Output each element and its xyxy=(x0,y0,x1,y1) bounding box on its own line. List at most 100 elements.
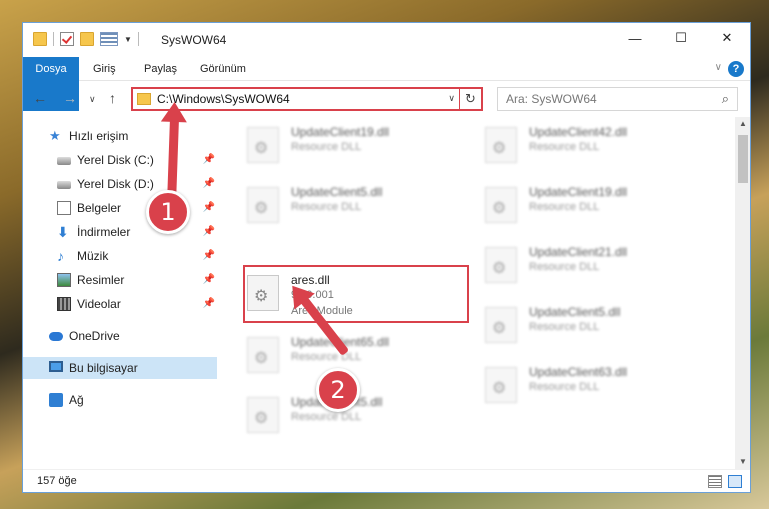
file-type: Resource DLL xyxy=(529,381,600,393)
file-type: Resource DLL xyxy=(529,261,600,273)
sidebar-item-downloads[interactable]: ⬇ İndirmeler 📌 xyxy=(23,221,217,243)
pictures-icon xyxy=(57,273,71,287)
sidebar-item-label: Yerel Disk (D:) xyxy=(77,177,154,191)
scroll-up-icon[interactable]: ▲ xyxy=(735,117,750,131)
dll-file-icon: ⚙ xyxy=(485,307,517,343)
video-icon xyxy=(57,297,71,311)
pin-icon[interactable]: 📌 xyxy=(203,221,215,243)
file-type: Resource DLL xyxy=(291,141,362,153)
back-arrow-icon[interactable]: ← xyxy=(33,90,47,106)
ribbon: Dosya Giriş Paylaş Görünüm ∨ ? xyxy=(23,57,750,111)
properties-check-icon[interactable] xyxy=(60,32,74,46)
chevron-down-icon[interactable]: ▼ xyxy=(124,35,132,44)
file-item[interactable]: ⚙ UpdateClient21.dll Resource DLL xyxy=(455,239,675,293)
folder-icon xyxy=(33,32,47,46)
expand-ribbon-icon[interactable]: ∨ xyxy=(715,62,722,73)
item-count: 157 öğe xyxy=(37,475,77,487)
file-item[interactable]: ⚙ UpdateClient19.dll Resource DLL xyxy=(217,119,437,173)
file-item[interactable]: ⚙ UpdateClient63.dll Resource DLL xyxy=(455,359,675,413)
scroll-down-icon[interactable]: ▼ xyxy=(735,455,750,469)
refresh-icon[interactable]: ↻ xyxy=(459,89,481,109)
file-name: UpdateClient63.dll xyxy=(529,365,628,379)
step-badge-2: 2 xyxy=(316,368,360,412)
sidebar-item-label: Hızlı erişim xyxy=(69,129,129,143)
toolbar-divider xyxy=(137,32,139,46)
file-name: UpdateClient5.dll xyxy=(291,185,383,199)
forward-arrow-icon[interactable]: → xyxy=(63,90,77,106)
dll-file-icon: ⚙ xyxy=(485,187,517,223)
search-placeholder: Ara: SysWOW64 xyxy=(506,92,597,106)
sidebar-item-label: İndirmeler xyxy=(77,225,131,239)
file-type: Resource DLL xyxy=(291,411,362,423)
gear-icon: ⚙ xyxy=(254,140,269,157)
dll-file-icon: ⚙ xyxy=(485,127,517,163)
pin-icon[interactable]: 📌 xyxy=(203,149,215,171)
gear-icon: ⚙ xyxy=(254,200,269,217)
pin-icon[interactable]: 📌 xyxy=(203,293,215,315)
recent-locations-icon[interactable]: ∨ xyxy=(89,94,96,105)
toolbar-divider xyxy=(53,32,54,46)
document-icon xyxy=(57,201,71,215)
file-name: UpdateClient19.dll xyxy=(529,185,628,199)
music-icon: ♪ xyxy=(57,248,64,264)
cloud-icon xyxy=(49,332,63,341)
step-badge-1: 1 xyxy=(146,190,190,234)
sidebar-item-quick-access[interactable]: ★ Hızlı erişim xyxy=(23,125,217,147)
minimize-button[interactable]: — xyxy=(612,23,658,53)
window-title: SysWOW64 xyxy=(161,33,227,47)
sidebar-item-this-pc[interactable]: Bu bilgisayar xyxy=(23,357,217,379)
pin-icon[interactable]: 📌 xyxy=(203,197,215,219)
file-item[interactable]: ⚙ UpdateClient5.dll Resource DLL xyxy=(455,299,675,353)
search-icon[interactable]: ⌕ xyxy=(722,91,729,107)
gear-icon: ⚙ xyxy=(254,350,269,367)
title-bar: ▼ SysWOW64 — ☐ ✕ xyxy=(23,23,750,57)
file-type: Resource DLL xyxy=(529,201,600,213)
sidebar-item-local-disk-d[interactable]: Yerel Disk (D:) 📌 xyxy=(23,173,217,195)
help-icon[interactable]: ? xyxy=(728,61,744,77)
sidebar-item-label: Belgeler xyxy=(77,201,122,215)
chevron-down-icon[interactable]: ∨ xyxy=(448,93,455,104)
folder-icon xyxy=(137,93,151,105)
drive-icon xyxy=(57,157,71,165)
file-item[interactable]: ⚙ UpdateClient19.dll Resource DLL xyxy=(455,179,675,233)
star-icon: ★ xyxy=(49,128,61,143)
navigation-pane: ★ Hızlı erişim Yerel Disk (C:) 📌 Yerel D… xyxy=(23,117,217,469)
sidebar-item-music[interactable]: ♪ Müzik 📌 xyxy=(23,245,217,267)
sidebar-item-network[interactable]: Ağ xyxy=(23,389,217,411)
sidebar-item-videos[interactable]: Videolar 📌 xyxy=(23,293,217,315)
file-type: Resource DLL xyxy=(529,141,600,153)
sidebar-item-label: Ağ xyxy=(69,393,84,407)
tab-view[interactable]: Görünüm xyxy=(200,57,246,81)
sidebar-item-local-disk-c[interactable]: Yerel Disk (C:) 📌 xyxy=(23,149,217,171)
network-icon xyxy=(49,393,63,407)
close-button[interactable]: ✕ xyxy=(704,23,750,53)
view-options-icon[interactable] xyxy=(100,32,118,46)
details-view-icon[interactable] xyxy=(708,475,722,488)
tab-home[interactable]: Giriş xyxy=(93,57,116,81)
sidebar-item-label: Resimler xyxy=(77,273,125,287)
file-item[interactable]: ⚙ UpdateClient42.dll Resource DLL xyxy=(455,119,675,173)
up-arrow-icon[interactable]: ↑ xyxy=(109,90,116,106)
file-item[interactable]: ⚙ UpdateClient5.dll Resource DLL xyxy=(217,179,437,233)
computer-icon xyxy=(49,361,63,372)
sidebar-item-label: OneDrive xyxy=(69,329,120,343)
gear-icon: ⚙ xyxy=(254,410,269,427)
explorer-window: ▼ SysWOW64 — ☐ ✕ Dosya Giriş Paylaş Görü… xyxy=(22,22,751,493)
search-input[interactable]: Ara: SysWOW64 ⌕ xyxy=(497,87,738,111)
download-icon: ⬇ xyxy=(57,224,69,240)
new-folder-icon[interactable] xyxy=(80,32,94,46)
maximize-button[interactable]: ☐ xyxy=(658,23,704,53)
tab-share[interactable]: Paylaş xyxy=(144,57,177,81)
file-type: Resource DLL xyxy=(529,321,600,333)
pin-icon[interactable]: 📌 xyxy=(203,269,215,291)
scrollbar-thumb[interactable] xyxy=(738,135,748,183)
sidebar-item-pictures[interactable]: Resimler 📌 xyxy=(23,269,217,291)
dll-file-icon: ⚙ xyxy=(247,337,279,373)
dll-file-icon: ⚙ xyxy=(247,397,279,433)
pin-icon[interactable]: 📌 xyxy=(203,173,215,195)
sidebar-item-onedrive[interactable]: OneDrive xyxy=(23,325,217,347)
drive-icon xyxy=(57,181,71,189)
pin-icon[interactable]: 📌 xyxy=(203,245,215,267)
vertical-scrollbar[interactable]: ▲ ▼ xyxy=(735,117,750,469)
large-icons-view-icon[interactable] xyxy=(728,475,742,488)
